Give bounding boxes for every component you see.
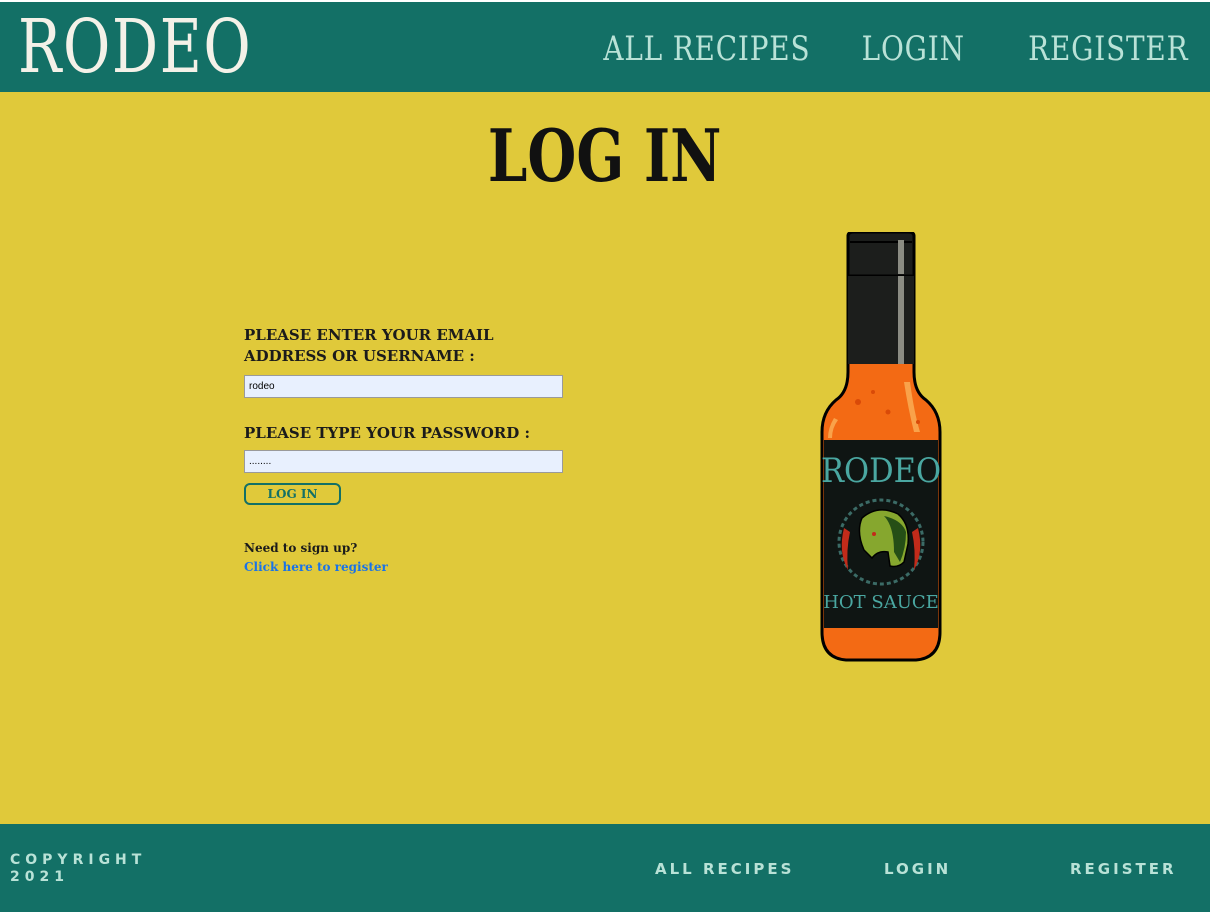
copyright-text: COPYRIGHT 2021 <box>10 852 147 885</box>
main-nav: ALL RECIPES LOGIN REGISTER <box>578 30 1188 68</box>
site-logo[interactable]: RODEO <box>18 6 252 88</box>
footer-link-all-recipes[interactable]: ALL RECIPES <box>655 860 794 878</box>
footer-link-register[interactable]: REGISTER <box>1070 860 1177 878</box>
email-input[interactable] <box>244 375 563 398</box>
nav-register[interactable]: REGISTER <box>1028 30 1188 68</box>
bottle-product-text: HOT SAUCE <box>823 592 939 613</box>
login-form: PLEASE ENTER YOUR EMAIL ADDRESS OR USERN… <box>244 325 574 574</box>
page-title: LOG IN <box>0 114 1210 198</box>
register-link[interactable]: Click here to register <box>244 560 574 574</box>
login-button[interactable]: LOG IN <box>244 483 341 505</box>
bottle-brand-text: RODEO <box>821 450 941 490</box>
nav-login[interactable]: LOGIN <box>861 30 964 68</box>
signup-prompt: Need to sign up? <box>244 541 358 555</box>
nav-all-recipes[interactable]: ALL RECIPES <box>604 30 811 68</box>
password-label: PLEASE TYPE YOUR PASSWORD : <box>244 424 531 442</box>
site-header: RODEO ALL RECIPES LOGIN REGISTER <box>0 0 1210 92</box>
footer-link-login[interactable]: LOGIN <box>884 860 951 878</box>
hot-sauce-bottle-image: RODEO HOT SAUCE <box>820 232 942 662</box>
site-footer: COPYRIGHT 2021 ALL RECIPES LOGIN REGISTE… <box>0 824 1210 912</box>
password-input[interactable] <box>244 450 563 473</box>
email-label: PLEASE ENTER YOUR EMAIL ADDRESS OR USERN… <box>244 326 494 365</box>
page-title-text: LOG IN <box>488 113 722 198</box>
